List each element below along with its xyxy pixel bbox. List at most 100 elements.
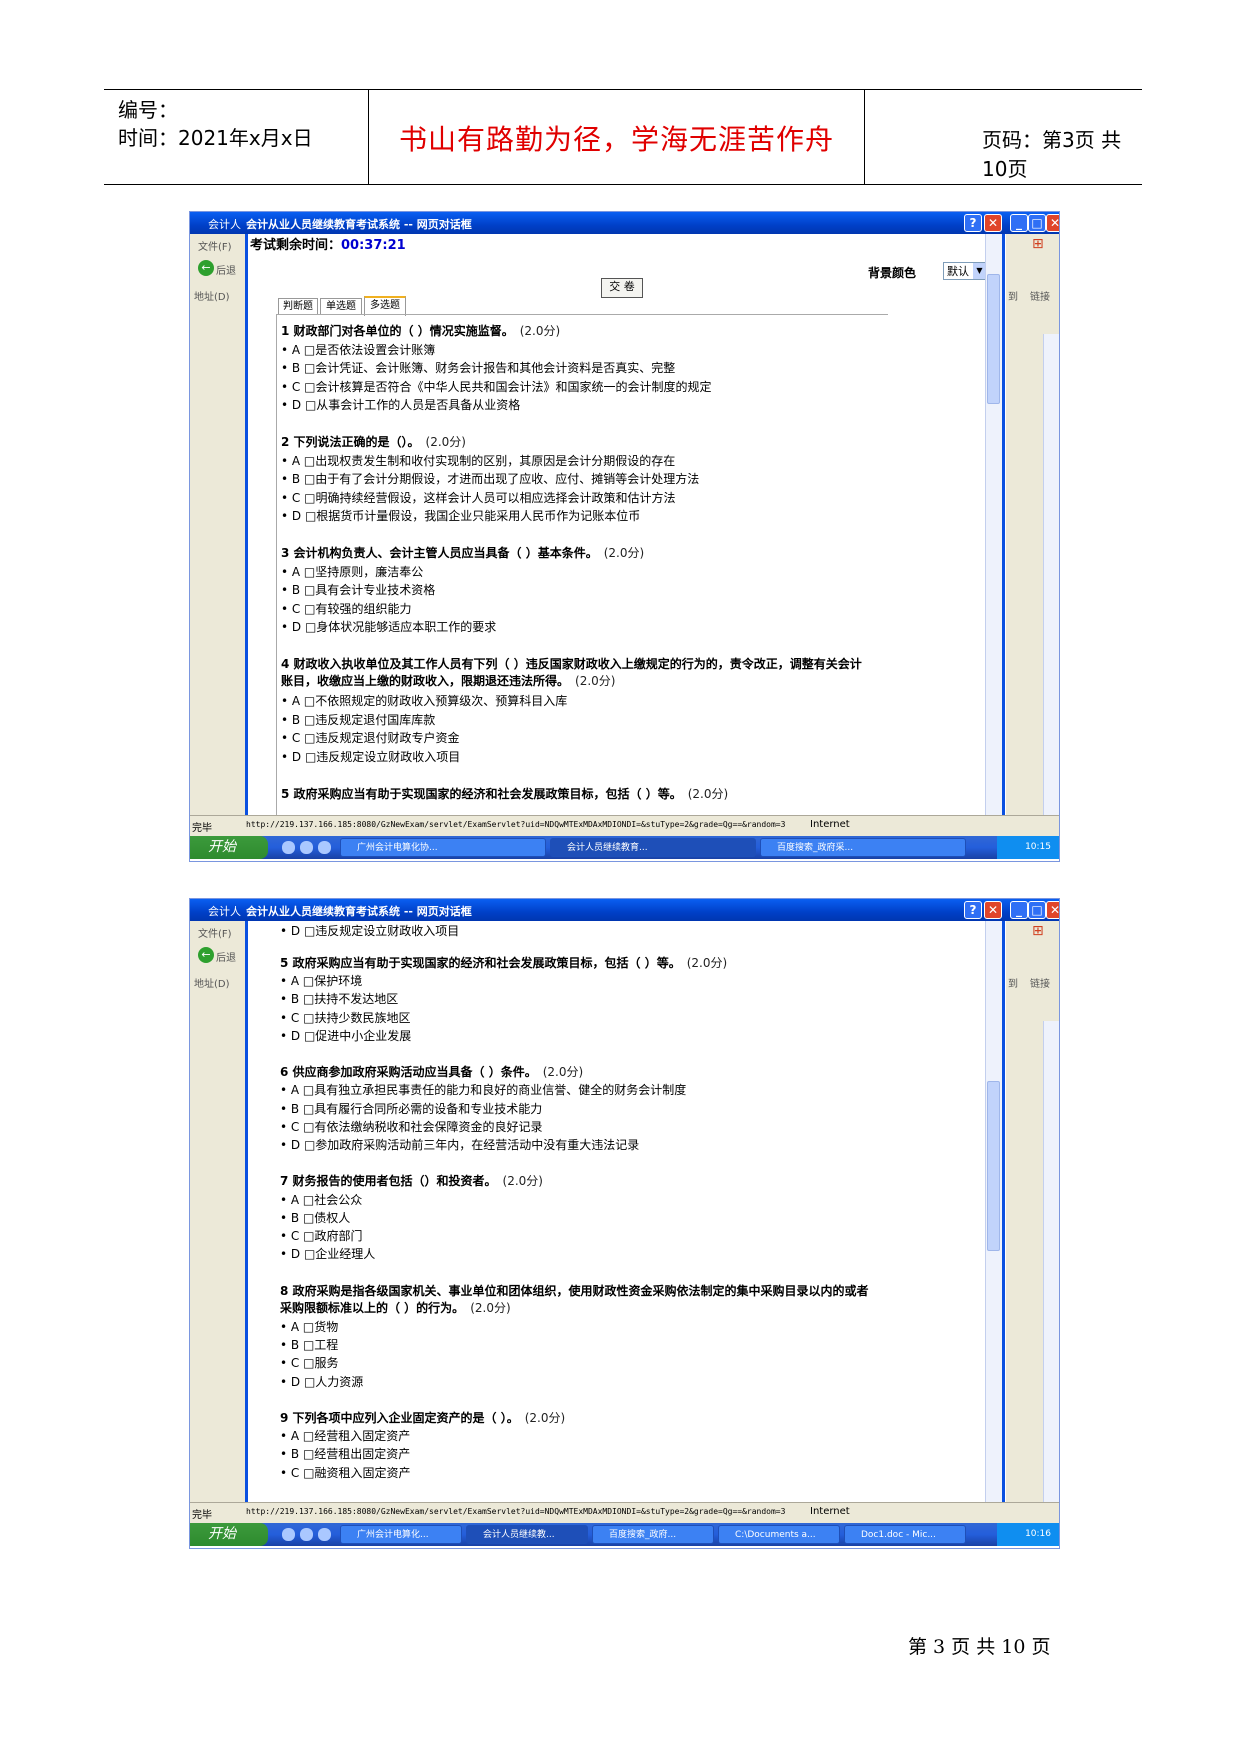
- option-item[interactable]: • A □是否依法设置会计账簿: [281, 342, 435, 359]
- option-label: A □货物: [290, 1320, 339, 1334]
- tab-true-false[interactable]: 判断题: [278, 298, 318, 315]
- option-label: D □从事会计工作的人员是否具备从业资格: [291, 398, 521, 412]
- maximize-button[interactable]: □: [1028, 214, 1046, 232]
- media-quicklaunch-icon[interactable]: [300, 1528, 313, 1541]
- go-label[interactable]: 到: [1008, 975, 1018, 990]
- help-button[interactable]: ?: [964, 901, 982, 919]
- option-label: A □经营租入固定资产: [290, 1429, 411, 1444]
- taskbar-item[interactable]: 百度搜索_政府...: [592, 1525, 714, 1544]
- media-quicklaunch-icon[interactable]: [300, 841, 313, 854]
- option-item[interactable]: • D □参加政府采购活动前三年内，在经营活动中没有重大违法记录: [280, 1137, 639, 1154]
- option-item[interactable]: • A □经营租入固定资产: [280, 1428, 410, 1445]
- option-item[interactable]: • C □明确持续经营假设，这样会计人员可以相应选择会计政策和估计方法: [281, 490, 675, 507]
- ie-toolbar-left: 文件(F) 后退 ← 地址(D): [190, 234, 246, 858]
- option-item[interactable]: • A □坚持原则，廉洁奉公: [281, 564, 423, 581]
- option-item[interactable]: • D □身体状况能够适应本职工作的要求: [281, 619, 496, 636]
- maximize-button[interactable]: □: [1028, 901, 1046, 919]
- option-item[interactable]: • D □促进中小企业发展: [280, 1028, 411, 1045]
- option-item[interactable]: • B □具有会计专业技术资格: [281, 582, 435, 599]
- go-label[interactable]: 到: [1008, 288, 1018, 303]
- taskbar-item[interactable]: 百度搜索_政府采...: [760, 838, 966, 857]
- bg-color-select[interactable]: 默认 ▼: [943, 262, 987, 280]
- option-item[interactable]: • B □债权人: [280, 1210, 350, 1227]
- taskbar-item[interactable]: 会计人员继续教...: [466, 1525, 588, 1544]
- option-item[interactable]: • D □违反规定设立财政收入项目: [281, 749, 460, 766]
- option-item[interactable]: • B □工程: [280, 1337, 338, 1354]
- option-item[interactable]: • B □经营租出固定资产: [280, 1446, 410, 1463]
- option-item[interactable]: • D □人力资源: [280, 1374, 363, 1391]
- menu-file[interactable]: 文件(F): [198, 925, 232, 940]
- start-button[interactable]: 开始: [190, 1523, 268, 1546]
- minimize-button[interactable]: _: [1010, 901, 1028, 919]
- option-item[interactable]: • D □从事会计工作的人员是否具备从业资格: [281, 397, 520, 414]
- ie-quicklaunch-icon[interactable]: [282, 841, 295, 854]
- option-label: A □保护环境: [290, 974, 363, 989]
- links-label[interactable]: 链接: [1030, 975, 1050, 990]
- question-text: 6 供应商参加政府采购活动应当具备（ ）条件。: [280, 1065, 537, 1080]
- option-label: D □违反规定设立财政收入项目: [290, 924, 460, 938]
- option-item[interactable]: • B □会计凭证、会计账簿、财务会计报告和其他会计资料是否真实、完整: [281, 360, 675, 377]
- scrollbar-thumb[interactable]: [987, 274, 1000, 404]
- dialog-scrollbar[interactable]: [985, 921, 1002, 1523]
- dialog-title: 会计从业人员继续教育考试系统 -- 网页对话框: [246, 218, 472, 231]
- option-item[interactable]: • D □根据货币计量假设，我国企业只能采用人民币作为记账本位币: [281, 508, 640, 525]
- desktop-quicklaunch-icon[interactable]: [318, 841, 331, 854]
- dialog-close-button[interactable]: ✕: [984, 901, 1002, 919]
- option-item[interactable]: • A □保护环境: [280, 973, 362, 990]
- tab-single-choice[interactable]: 单选题: [320, 298, 362, 315]
- dialog-scrollbar[interactable]: [985, 234, 1002, 836]
- desktop-quicklaunch-icon[interactable]: [318, 1528, 331, 1541]
- menu-file[interactable]: 文件(F): [198, 238, 232, 253]
- option-item[interactable]: • D □违反规定设立财政收入项目: [280, 923, 459, 940]
- option-item[interactable]: • A □具有独立承担民事责任的能力和良好的商业信誉、健全的财务会计制度: [280, 1082, 686, 1099]
- page-scrollbar[interactable]: [1043, 334, 1059, 854]
- option-item[interactable]: • D □企业经理人: [280, 1246, 375, 1263]
- option-item[interactable]: • C □融资租入固定资产: [280, 1465, 410, 1482]
- taskbar-item[interactable]: C:\Documents a...: [718, 1525, 840, 1544]
- option-item[interactable]: • C □服务: [280, 1355, 338, 1372]
- start-button[interactable]: 开始: [190, 836, 268, 859]
- page-label: 页码：第3页 共10页: [982, 128, 1122, 181]
- back-arrow-icon[interactable]: ←: [198, 260, 214, 276]
- taskbar-item[interactable]: 会计人员继续教育...: [550, 838, 756, 857]
- back-arrow-icon[interactable]: ←: [198, 947, 214, 963]
- taskbar-item[interactable]: Doc1.doc - Mic...: [844, 1525, 966, 1544]
- option-item[interactable]: • C □有较强的组织能力: [281, 601, 411, 618]
- window-close-button[interactable]: ✕: [1046, 901, 1059, 919]
- ie-quicklaunch-icon[interactable]: [282, 1528, 295, 1541]
- option-item[interactable]: • A □货物: [280, 1319, 338, 1336]
- tab-multiple-choice[interactable]: 多选题: [364, 296, 406, 316]
- submit-button[interactable]: 交 卷: [601, 278, 643, 298]
- question-text: 9 下列各项中应列入企业固定资产的是（ ）。: [280, 1411, 519, 1425]
- links-label[interactable]: 链接: [1030, 288, 1050, 303]
- option-item[interactable]: • C □会计核算是否符合《中华人民共和国会计法》和国家统一的会计制度的规定: [281, 379, 711, 396]
- back-button[interactable]: 后退: [216, 262, 236, 277]
- option-item[interactable]: • A □出现权责发生制和收付实现制的区别，其原因是会计分期假设的存在: [281, 453, 675, 470]
- option-item[interactable]: • B □扶持不发达地区: [280, 991, 398, 1008]
- taskbar-item[interactable]: 广州会计电算化...: [340, 1525, 462, 1544]
- question-text: 4 财政收入执收单位及其工作人员有下列（ ）违反国家财政收入上缴规定的行为的，责…: [281, 657, 862, 688]
- option-item[interactable]: • B □违反规定退付国库库款: [281, 712, 435, 729]
- question-text: 5 政府采购应当有助于实现国家的经济和社会发展政策目标，包括（ ）等。: [280, 956, 681, 970]
- status-url: http://219.137.166.185:8080/GzNewExam/se…: [246, 820, 786, 829]
- minimize-button[interactable]: _: [1010, 214, 1028, 232]
- option-item[interactable]: • C □有依法缴纳税收和社会保障资金的良好记录: [280, 1119, 542, 1136]
- dialog-close-button[interactable]: ✕: [984, 214, 1002, 232]
- option-label: C □融资租入固定资产: [290, 1465, 411, 1480]
- option-item[interactable]: • B □由于有了会计分期假设，才进而出现了应收、应付、摊销等会计处理方法: [281, 471, 699, 488]
- taskbar-item[interactable]: 广州会计电算化协...: [340, 838, 546, 857]
- option-item[interactable]: • A □社会公众: [280, 1192, 362, 1209]
- screenshot-1: 会计人 会计从业人员继续教育考试系统 -- 网页对话框 ? ✕ _ □ ✕ 文件…: [189, 211, 1060, 862]
- option-item[interactable]: • C □扶持少数民族地区: [280, 1010, 410, 1027]
- option-label: C □政府部门: [290, 1229, 363, 1243]
- help-button[interactable]: ?: [964, 214, 982, 232]
- page-scrollbar[interactable]: [1043, 1021, 1059, 1541]
- exam-dialog: • D □违反规定设立财政收入项目 5 政府采购应当有助于实现国家的经济和社会发…: [245, 921, 1005, 1523]
- scrollbar-thumb[interactable]: [987, 1081, 1000, 1251]
- option-item[interactable]: • B □具有履行合同所必需的设备和专业技术能力: [280, 1101, 542, 1118]
- back-button[interactable]: 后退: [216, 949, 236, 964]
- window-close-button[interactable]: ✕: [1046, 214, 1059, 232]
- option-item[interactable]: • A □不依照规定的财政收入预算级次、预算科目入库: [281, 693, 567, 710]
- option-item[interactable]: • C □政府部门: [280, 1228, 362, 1245]
- option-item[interactable]: • C □违反规定退付财政专户资金: [281, 730, 459, 747]
